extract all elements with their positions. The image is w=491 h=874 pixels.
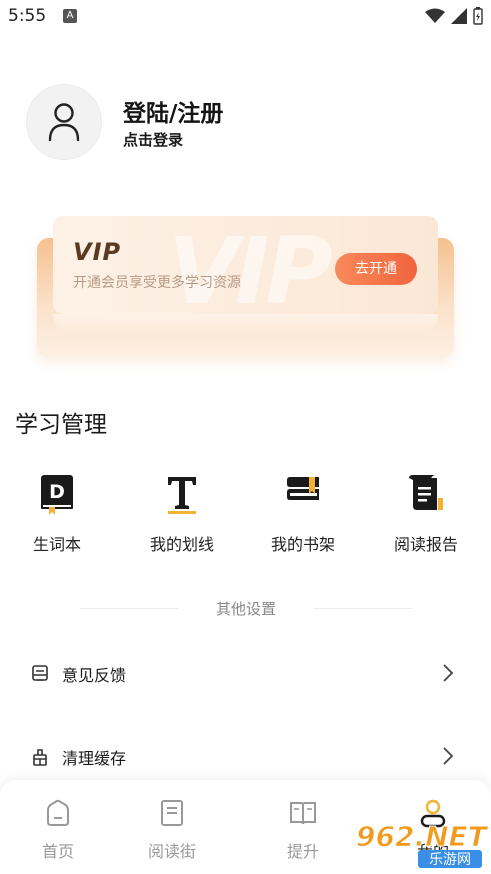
nav-label: 提升 — [286, 842, 319, 861]
study-management-title: 学习管理 — [15, 412, 107, 438]
vip-watermark: VIP — [168, 218, 333, 314]
clear-cache-label: 清理缓存 — [62, 749, 127, 768]
vip-logo: VIP — [73, 238, 122, 266]
tool-vocabulary-book[interactable]: D 生词本 — [2, 472, 112, 555]
chevron-right-icon — [443, 747, 454, 765]
user-icon — [48, 103, 80, 142]
nav-home[interactable]: 首页 — [18, 798, 98, 862]
nav-reading-street[interactable]: 阅读街 — [132, 798, 212, 862]
feedback-icon — [32, 665, 48, 681]
tool-reading-report[interactable]: 阅读报告 — [371, 472, 481, 555]
svg-text:D: D — [49, 481, 65, 503]
wifi-icon — [425, 8, 445, 23]
tool-my-bookshelf[interactable]: 我的书架 — [248, 472, 358, 555]
feedback-label: 意见反馈 — [62, 666, 127, 685]
login-register-title[interactable]: 登陆/注册 — [123, 94, 223, 128]
site-watermark: 962.NET 乐游网 — [352, 818, 489, 870]
clear-cache-icon — [33, 749, 47, 766]
bookshelf-icon — [287, 477, 319, 500]
vip-description: 开通会员享受更多学习资源 — [73, 275, 241, 291]
vocabulary-book-icon: D — [41, 475, 73, 515]
status-time: 5:55 — [8, 6, 47, 26]
other-settings-divider: 其他设置 — [80, 598, 412, 618]
nav-label: 首页 — [41, 842, 74, 861]
underline-t-icon — [168, 477, 196, 514]
tool-label: 阅读报告 — [393, 535, 458, 554]
click-to-login-label[interactable]: 点击登录 — [123, 129, 183, 150]
status-icons — [425, 6, 483, 26]
home-icon — [47, 799, 69, 826]
watermark-962-text: 962.NET — [356, 820, 488, 853]
menu-item-clear-cache[interactable]: 清理缓存 — [30, 741, 455, 771]
vip-card-shine — [53, 314, 438, 334]
reading-report-icon — [409, 475, 443, 510]
tool-label: 我的书架 — [270, 535, 335, 554]
vip-card[interactable]: VIP VIP 开通会员享受更多学习资源 去开通 — [53, 216, 438, 314]
status-bar: 5:55 A — [0, 0, 491, 34]
avatar[interactable] — [26, 84, 102, 160]
notification-app-icon: A — [63, 9, 77, 23]
watermark-subtext: 乐游网 — [429, 852, 471, 868]
nav-improve[interactable]: 提升 — [263, 798, 343, 862]
tool-label: 生词本 — [32, 535, 81, 554]
improve-book-icon — [290, 802, 316, 825]
tool-my-underlines[interactable]: 我的划线 — [127, 472, 237, 555]
battery-icon — [473, 7, 483, 25]
activate-vip-button[interactable]: 去开通 — [335, 253, 417, 285]
nav-label: 阅读街 — [147, 842, 196, 861]
signal-icon — [451, 8, 467, 24]
menu-item-feedback[interactable]: 意见反馈 — [30, 658, 455, 688]
divider-line-right — [314, 608, 412, 609]
reading-street-icon — [161, 800, 183, 826]
chevron-right-icon — [443, 664, 454, 682]
tool-label: 我的划线 — [149, 535, 214, 554]
